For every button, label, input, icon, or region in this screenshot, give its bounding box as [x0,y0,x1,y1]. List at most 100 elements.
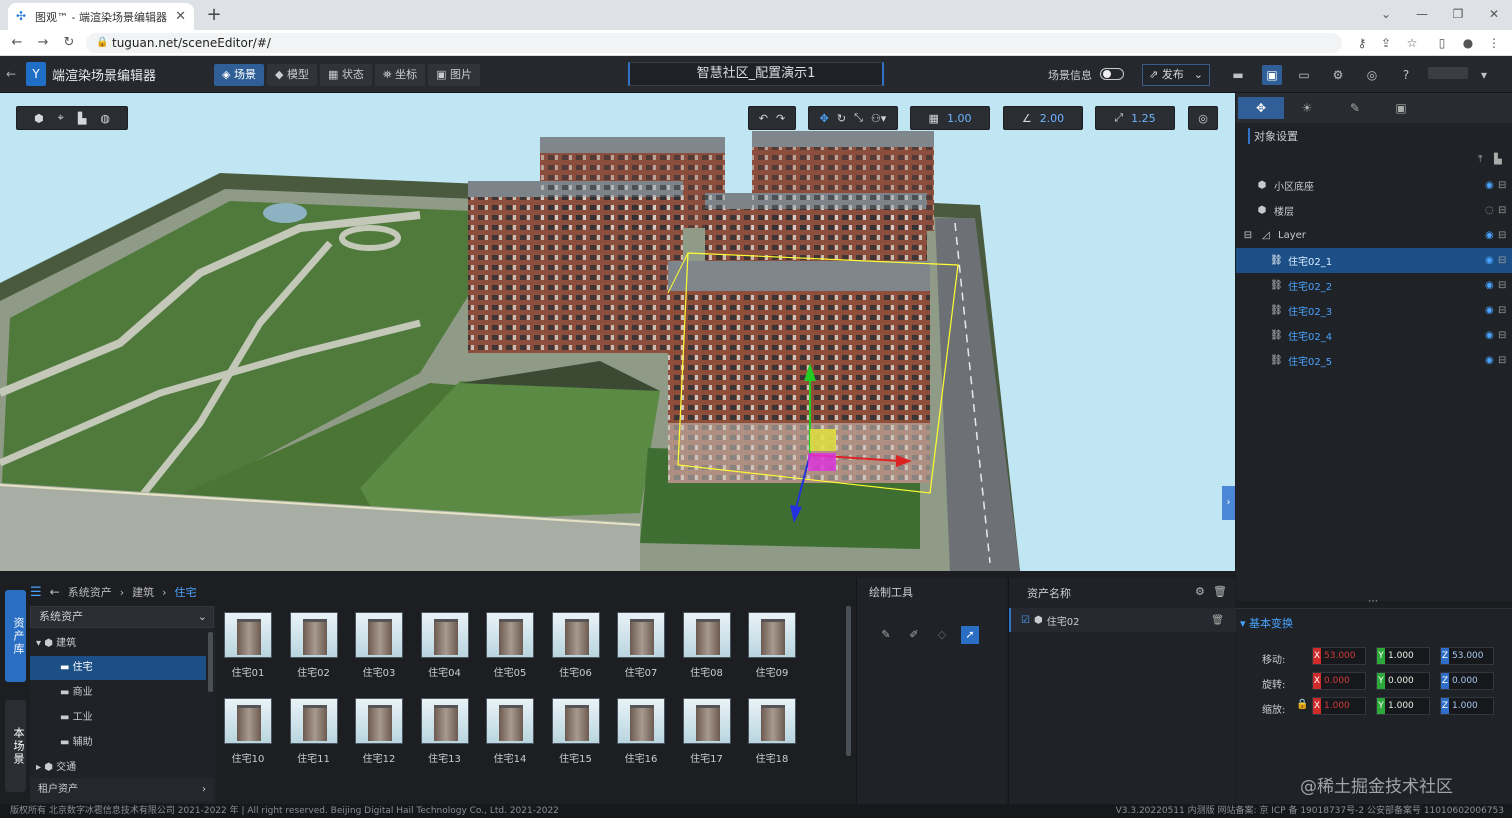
category-commercial[interactable]: ▬ 商业 [30,681,206,705]
restore-icon[interactable]: ❐ [1440,0,1476,30]
select-tool-icon[interactable]: ➚ [961,626,979,644]
publish-dropdown[interactable]: ⇗ 发布 ⌄ [1142,64,1210,86]
position-z-input[interactable]: Z 53.000 [1440,647,1494,665]
tree-item-house02-3[interactable]: ⛓ 住宅02_3 ◉ ⊟ [1236,298,1512,323]
asset-thumbnail[interactable]: 住宅12 [353,698,405,765]
trash-icon[interactable]: 🗑 [1213,585,1227,598]
location-pin-icon[interactable]: ⌖ [58,111,64,125]
lock-icon[interactable]: ⊟ [1498,180,1512,191]
help-icon[interactable]: ? [1396,65,1416,85]
asset-list-item[interactable]: ☑ ⬢ 住宅02 🗑 [1009,608,1236,632]
visibility-icon[interactable]: ◉ [1485,305,1498,316]
tab-tools-icon[interactable]: ✎ [1332,97,1378,119]
scale-lock-icon[interactable]: 🔒 [1296,699,1308,710]
rotation-x-input[interactable]: X 0.000 [1312,672,1366,690]
category-industrial[interactable]: ▬ 工业 [30,706,206,730]
profile-icon[interactable]: ● [1460,35,1476,51]
angle-snap-value[interactable]: 2.00 [1040,112,1065,125]
scene-title[interactable]: 智慧社区_配置演示1 [628,62,884,86]
chevron-down-icon[interactable]: ⌄ [1368,0,1404,30]
hidden-icon[interactable]: ◌ [1485,205,1498,216]
redo-icon[interactable]: ↷ [776,112,785,125]
scale-y-input[interactable]: Y 1.000 [1376,697,1430,715]
position-x-input[interactable]: X 53.000 [1312,647,1366,665]
close-tab-icon[interactable]: ✕ [175,9,186,24]
scene-render[interactable] [0,93,1235,571]
asset-thumbnail[interactable]: 住宅01 [222,612,274,679]
breadcrumb-building[interactable]: 建筑 [132,584,154,600]
back-arrow-icon[interactable]: ← [6,67,16,81]
asset-thumbnail[interactable]: 住宅03 [353,612,405,679]
tree-item-layer[interactable]: ⊟ ◿ Layer ◉ ⊟ [1236,223,1512,248]
asset-thumbnail[interactable]: 住宅10 [222,698,274,765]
checkbox-checked-icon[interactable]: ☑ [1021,615,1030,626]
lock-icon[interactable]: 🔒 [96,37,108,48]
visibility-icon[interactable]: ◉ [1485,330,1498,341]
layers-icon[interactable]: ◎ [1362,65,1382,85]
visibility-icon[interactable]: ◉ [1485,355,1498,366]
lock-icon[interactable]: ⊟ [1498,255,1512,266]
share-icon[interactable]: ⇪ [1378,35,1394,51]
line-brush-icon[interactable]: ✐ [905,626,923,644]
asset-thumbnail[interactable]: 住宅05 [484,612,536,679]
tab-coordinate[interactable]: ⛯ 坐标 [374,64,426,86]
tab-asset-library[interactable]: 资产库 [5,590,26,682]
tab-lighting-icon[interactable]: ☀ [1284,97,1330,119]
tab-this-scene[interactable]: 本场景 [5,700,26,792]
asset-source-select[interactable]: 系统资产 ⌄ [30,606,214,628]
tab-image[interactable]: ▣ 图片 [428,64,481,86]
resize-handle-icon[interactable]: ⋯ [1368,596,1378,607]
visibility-icon[interactable]: ◉ [1485,180,1498,191]
delete-layer-icon[interactable]: ▙ [1494,154,1502,165]
user-menu-chevron-icon[interactable]: ▾ [1474,65,1494,85]
asset-thumbnail[interactable]: 住宅08 [681,612,733,679]
tab-model[interactable]: ◆ 模型 [266,64,317,86]
reset-view-button[interactable]: ◎ [1188,106,1218,130]
globe-icon[interactable]: ◍ [100,112,110,125]
grid-snap-field[interactable]: ▦ 1.00 [910,106,990,130]
scale-snap-value[interactable]: 1.25 [1131,112,1156,125]
position-y-input[interactable]: Y 1.000 [1376,647,1430,665]
more-icon[interactable]: ⋮ [1486,35,1502,51]
cube-view-icon[interactable]: ⬢ [34,112,44,125]
asset-thumbnail[interactable]: 住宅04 [419,612,471,679]
move-icon[interactable]: ✥ [820,112,829,125]
lock-icon[interactable]: ⊟ [1498,355,1512,366]
asset-thumbnail[interactable]: 住宅14 [484,698,536,765]
gear-icon[interactable]: ⚙ [1195,585,1205,598]
rotate-icon[interactable]: ↻ [837,112,846,125]
scale-snap-field[interactable]: ⤢ 1.25 [1095,106,1175,130]
asset-thumbnail[interactable]: 住宅02 [288,612,340,679]
collapse-icon[interactable]: ⊟ [1242,230,1254,241]
rotation-z-input[interactable]: Z 0.000 [1440,672,1494,690]
asset-thumbnail[interactable]: 住宅15 [550,698,602,765]
scale-x-input[interactable]: X 1.000 [1312,697,1366,715]
url-field[interactable]: tuguan.net/sceneEditor/#/ [86,33,1342,53]
close-window-icon[interactable]: ✕ [1476,0,1512,30]
menu-icon[interactable]: ☰ [30,585,42,600]
lock-icon[interactable]: ⊟ [1498,305,1512,316]
undo-icon[interactable]: ↶ [759,112,768,125]
scale-z-input[interactable]: Z 1.000 [1440,697,1494,715]
breadcrumb-system-assets[interactable]: 系统资产 [68,584,112,600]
category-tenant-assets[interactable]: 租户资产 › [30,778,214,802]
scale-icon[interactable]: ⤡ [854,111,863,125]
preview-icon[interactable]: ▭ [1294,65,1314,85]
browser-tab[interactable]: ✣ 图观™ - 端渲染场景编辑器 ✕ [8,3,194,30]
category-traffic[interactable]: ▸ ⬢ 交通 [30,756,206,780]
forward-icon[interactable]: → [34,34,52,52]
asset-grid-scrollbar[interactable] [846,606,851,756]
scene-info-toggle[interactable] [1100,68,1124,80]
tab-state[interactable]: ▦ 状态 [319,64,372,86]
visibility-icon[interactable]: ◉ [1485,280,1498,291]
category-residential[interactable]: ▬ 住宅 [30,656,206,680]
pivot-dropdown-icon[interactable]: ⚇▾ [871,112,886,125]
rotation-y-input[interactable]: Y 0.000 [1376,672,1430,690]
back-icon[interactable]: ← [50,585,60,599]
tab-scene[interactable]: ◈ 场景 [214,64,264,86]
asset-thumbnail[interactable]: 住宅17 [681,698,733,765]
minimize-icon[interactable]: — [1404,0,1440,30]
transform-title[interactable]: ▾ 基本变换 [1240,615,1293,631]
asset-thumbnail[interactable]: 住宅07 [615,612,667,679]
sidebar-icon[interactable]: ▯ [1434,35,1450,51]
